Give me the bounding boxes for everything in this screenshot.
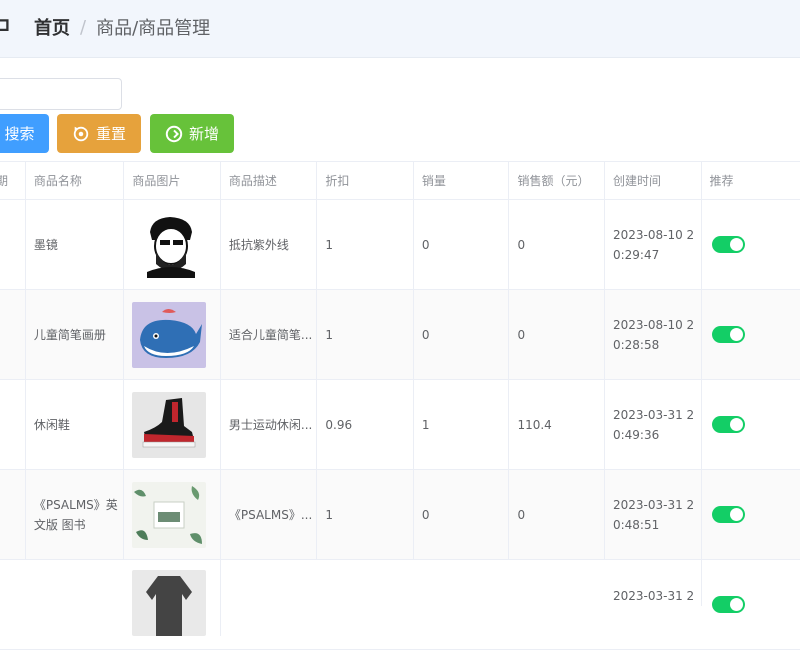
product-sales: 1 <box>414 380 510 469</box>
add-button[interactable]: 新增 <box>150 114 234 153</box>
table-row: 2023-03-31 2 <box>0 560 800 650</box>
product-discount: 1 <box>317 200 414 289</box>
product-created: 2023-03-31 2 <box>605 560 702 606</box>
product-revenue: 0 <box>509 200 605 289</box>
recommend-switch[interactable] <box>712 596 745 613</box>
product-name: 儿童简笔画册 <box>26 290 125 379</box>
product-revenue: 0 <box>509 470 605 559</box>
product-discount: 1 <box>317 470 414 559</box>
table-row: 《PSALMS》英 文版 图书 《PSALMS》... 1 0 0 2023-0… <box>0 470 800 560</box>
search-button-label: 搜索 <box>4 123 34 144</box>
product-sales: 0 <box>414 200 510 289</box>
garment-icon <box>132 570 206 636</box>
header-cell-cut: 期 <box>0 162 26 199</box>
table-row: 墨镜 抵抗紫外线 1 0 0 2023-08-10 2 0:29:47 <box>0 200 800 290</box>
breadcrumb: 首页 / 商品/商品管理 <box>34 14 210 40</box>
add-button-label: 新增 <box>189 123 219 144</box>
product-discount: 0.96 <box>317 380 414 469</box>
reset-icon <box>72 125 90 143</box>
breadcrumb-home[interactable]: 首页 <box>34 14 70 40</box>
search-button[interactable]: 搜索 <box>0 114 49 153</box>
product-created: 2023-03-31 2 0:48:51 <box>605 470 702 559</box>
header-cell-name: 商品名称 <box>26 162 125 199</box>
product-name: 休闲鞋 <box>26 380 125 469</box>
header-cell-discount: 折扣 <box>317 162 414 199</box>
recommend-switch[interactable] <box>712 416 745 433</box>
top-header: ⊐ 首页 / 商品/商品管理 <box>0 0 800 58</box>
product-created: 2023-08-10 2 0:28:58 <box>605 290 702 379</box>
sneaker-icon <box>132 392 206 458</box>
table-header: 期 商品名称 商品图片 商品描述 折扣 销量 销售额（元） 创建时间 推荐 <box>0 161 800 200</box>
table-row: 儿童简笔画册 适合儿童简笔... 1 0 0 2023-08-10 2 0:28… <box>0 290 800 380</box>
product-table: 期 商品名称 商品图片 商品描述 折扣 销量 销售额（元） 创建时间 推荐 墨镜… <box>0 161 800 650</box>
product-revenue: 0 <box>509 290 605 379</box>
recommend-switch[interactable] <box>712 326 745 343</box>
reset-button-label: 重置 <box>96 123 126 144</box>
table-row: 休闲鞋 男士运动休闲... 0.96 1 110.4 2023-03-31 2 … <box>0 380 800 470</box>
product-discount: 1 <box>317 290 414 379</box>
header-cell-recommend: 推荐 <box>702 162 800 199</box>
menu-toggle-icon[interactable]: ⊐ <box>0 12 11 36</box>
product-created: 2023-03-31 2 0:49:36 <box>605 380 702 469</box>
header-cell-desc: 商品描述 <box>221 162 318 199</box>
recommend-switch[interactable] <box>712 236 745 253</box>
header-cell-revenue: 销售额（元） <box>509 162 605 199</box>
header-cell-created: 创建时间 <box>605 162 702 199</box>
add-icon <box>165 125 183 143</box>
breadcrumb-current: 商品/商品管理 <box>96 14 210 40</box>
search-input[interactable] <box>0 78 122 110</box>
product-sales: 0 <box>414 470 510 559</box>
product-sales: 0 <box>414 290 510 379</box>
whale-drawing-icon <box>132 302 206 368</box>
product-desc: 适合儿童简笔... <box>221 290 318 379</box>
book-cover-icon <box>132 482 206 548</box>
header-cell-image: 商品图片 <box>124 162 221 199</box>
product-created: 2023-08-10 2 0:29:47 <box>605 200 702 289</box>
reset-button[interactable]: 重置 <box>57 114 141 153</box>
product-desc: 男士运动休闲... <box>221 380 318 469</box>
product-revenue: 110.4 <box>509 380 605 469</box>
product-name: 墨镜 <box>26 200 125 289</box>
breadcrumb-separator: / <box>80 17 86 38</box>
header-cell-sales: 销量 <box>414 162 510 199</box>
man-sunglasses-icon <box>132 212 206 278</box>
recommend-switch[interactable] <box>712 506 745 523</box>
product-desc: 抵抗紫外线 <box>221 200 318 289</box>
product-name: 《PSALMS》英 文版 图书 <box>26 470 125 559</box>
product-desc: 《PSALMS》... <box>229 505 312 525</box>
